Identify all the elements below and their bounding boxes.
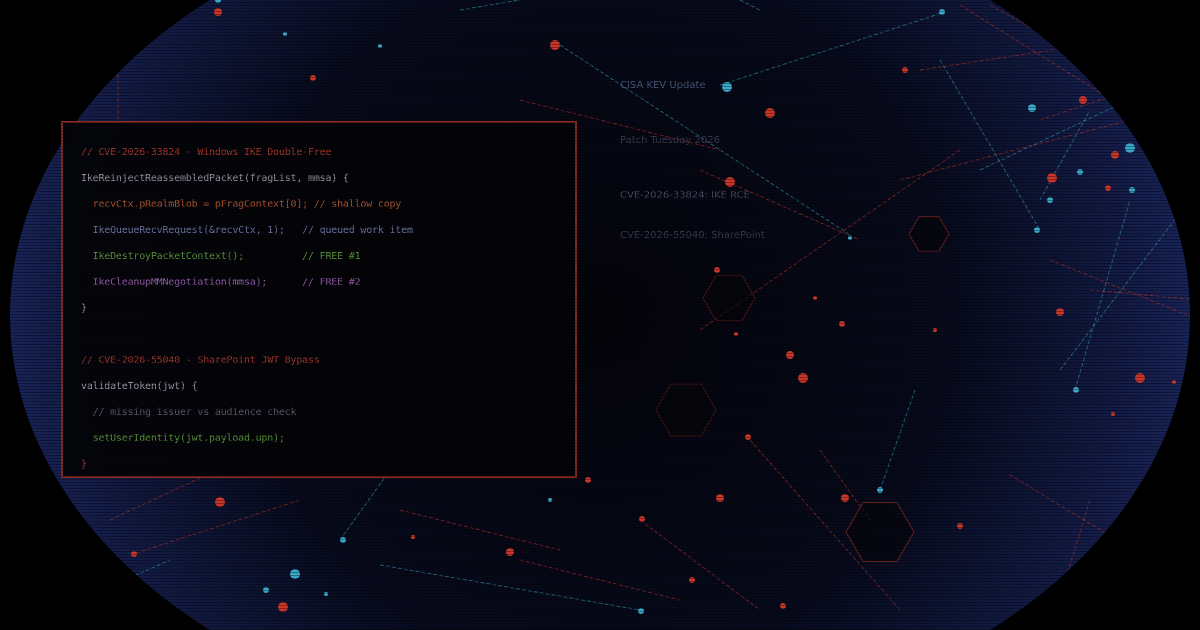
network-node [131,551,137,557]
network-node [1034,227,1040,233]
code-line: } [81,303,87,314]
network-node [1077,169,1083,175]
network-node [411,535,415,539]
network-node [714,267,720,273]
patch-day-label: Patch Tuesday 2026 [620,135,720,146]
network-node [939,9,945,15]
network-node [378,44,382,48]
network-node [639,516,645,522]
network-node [725,177,735,187]
network-node [310,75,316,81]
code-line: IkeReinjectReassembledPacket(fragList, m… [81,173,349,184]
network-node [340,537,346,543]
network-node [933,328,937,332]
network-node [1079,96,1087,104]
code-panel: // CVE-2026-33824 - Windows IKE Double-F… [61,121,577,478]
network-node [1047,173,1057,183]
network-node [722,82,732,92]
network-node [1135,373,1145,383]
network-node [780,603,786,609]
code-line: IkeQueueRecvRequest(&recvCtx, 1); // que… [81,225,413,236]
network-node [841,494,849,502]
kev-update-label: CISA KEV Update [620,80,706,91]
network-node [263,587,269,593]
network-node [798,373,808,383]
network-node [1172,380,1176,384]
network-node [290,569,300,579]
cve-sharepoint-label: CVE-2026-55040: SharePoint [620,230,765,241]
network-node [877,487,883,493]
network-node [957,523,963,529]
network-node [638,608,644,614]
network-node [1111,151,1119,159]
code-line: IkeDestroyPacketContext(); // FREE #1 [81,251,361,262]
code-line: // CVE-2026-33824 - Windows IKE Double-F… [81,147,332,158]
code-line: recvCtx.pRealmBlob = pFragContext[0]; //… [81,199,402,210]
network-node [214,8,222,16]
network-node [1111,412,1115,416]
code-line: // missing issuer vs audience check [81,407,297,418]
network-node [786,351,794,359]
network-node [1129,187,1135,193]
network-node [1105,185,1111,191]
network-node [765,108,775,118]
code-line: IkeCleanupMMNegotiation(mmsa); // FREE #… [81,277,361,288]
network-node [550,40,560,50]
network-node [813,296,817,300]
network-node [278,602,288,612]
network-node [716,494,724,502]
network-node [548,498,552,502]
cve-ike-label: CVE-2026-33824: IKE RCE [620,190,750,201]
code-line: // CVE-2026-55040 - SharePoint JWT Bypas… [81,355,320,366]
network-node [734,332,738,336]
network-node [848,236,852,240]
code-line: } [81,459,87,470]
network-node [745,434,751,440]
network-node [1073,387,1079,393]
code-line: setUserIdentity(jwt.payload.upn); [81,433,285,444]
network-node [506,548,514,556]
network-node [324,592,328,596]
network-node [283,32,287,36]
network-node [1028,104,1036,112]
network-node [1047,197,1053,203]
code-line: validateToken(jwt) { [81,381,198,392]
network-node [585,477,591,483]
network-node [215,497,225,507]
network-node [1125,143,1135,153]
network-node [839,321,845,327]
network-node [902,67,908,73]
network-node [689,577,695,583]
network-node [1056,308,1064,316]
